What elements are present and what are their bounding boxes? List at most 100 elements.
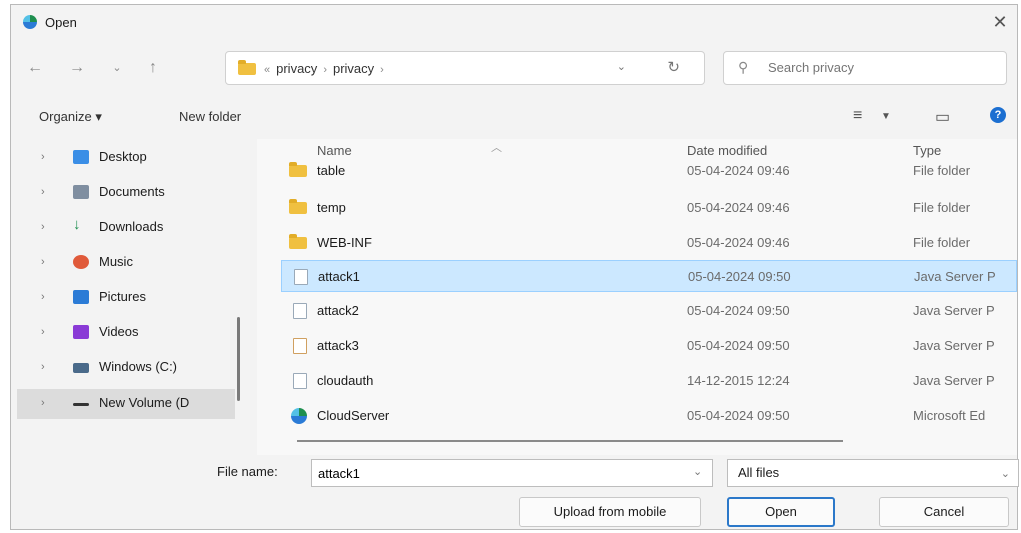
back-arrow-icon[interactable]: ← (23, 57, 47, 79)
sidebar-item-videos[interactable]: › Videos (17, 318, 235, 348)
navigation-bar: ← → ⌄ ↑ « privacy › privacy › ⌄ ↻ ⚲ (11, 43, 1017, 93)
file-type: File folder (913, 235, 971, 250)
pictures-icon (73, 290, 89, 304)
jsp-file-icon (293, 373, 307, 389)
jsp-file-icon (293, 338, 307, 354)
preview-pane-icon[interactable]: ▭ (935, 107, 950, 127)
file-row[interactable]: table 05-04-2024 09:46 File folder (281, 155, 1017, 187)
sidebar-item-label: Videos (99, 324, 139, 339)
file-name-label: File name: (217, 464, 278, 479)
file-name: attack3 (317, 338, 359, 353)
expand-chevron-icon[interactable]: › (41, 397, 45, 409)
file-type: File folder (913, 163, 971, 178)
expand-chevron-icon[interactable]: › (41, 151, 45, 163)
file-type: Java Server P (913, 373, 995, 388)
sidebar-item-label: Pictures (99, 289, 146, 304)
folder-icon (289, 234, 307, 249)
title-bar: Open ✕ (11, 5, 1017, 39)
sort-up-icon: ︿ (491, 142, 502, 154)
organize-button[interactable]: Organize ▾ (39, 109, 102, 125)
breadcrumb-item[interactable]: privacy (276, 61, 317, 76)
file-name-dropdown-icon[interactable]: ⌄ (693, 465, 702, 478)
new-folder-button[interactable]: New folder (179, 109, 241, 124)
sidebar-item-label: New Volume (D (99, 395, 190, 410)
expand-chevron-icon[interactable]: › (41, 256, 45, 268)
folder-icon (289, 199, 307, 214)
file-date: 05-04-2024 09:50 (687, 408, 790, 423)
file-row[interactable]: WEB-INF 05-04-2024 09:46 File folder (281, 227, 1017, 259)
file-name: WEB-INF (317, 235, 372, 250)
file-row[interactable]: temp 05-04-2024 09:46 File folder (281, 192, 1017, 224)
sidebar-item-label: Music (99, 254, 133, 269)
file-name-input[interactable] (311, 459, 713, 487)
documents-icon (73, 185, 89, 199)
breadcrumb-item[interactable]: privacy (333, 61, 374, 76)
expand-chevron-icon[interactable]: › (41, 326, 45, 338)
file-type-filter[interactable]: All files ⌄ (727, 459, 1019, 487)
expand-chevron-icon[interactable]: › (41, 186, 45, 198)
jsp-file-icon (294, 269, 308, 285)
file-list: Name ︿ Date modified Type table 05-04-20… (257, 139, 1017, 455)
open-button[interactable]: Open (727, 497, 835, 527)
file-type: File folder (913, 200, 971, 215)
forward-arrow-icon[interactable]: → (65, 57, 89, 79)
view-options-icon[interactable]: ≡ (853, 107, 862, 125)
sidebar-item-label: Documents (99, 184, 165, 199)
file-row-selected[interactable]: attack1 05-04-2024 09:50 Java Server P (281, 260, 1017, 292)
dialog-title: Open (45, 15, 77, 30)
horizontal-scrollbar[interactable] (297, 440, 843, 442)
breadcrumb: « privacy › privacy › (264, 61, 390, 76)
sidebar-item-label: Downloads (99, 219, 164, 234)
file-row[interactable]: attack2 05-04-2024 09:50 Java Server P (281, 295, 1017, 327)
file-date: 05-04-2024 09:50 (688, 269, 791, 284)
expand-chevron-icon[interactable]: › (41, 291, 45, 303)
file-type: Java Server P (914, 269, 996, 284)
sidebar-item-pictures[interactable]: › Pictures (17, 283, 235, 313)
sidebar-item-desktop[interactable]: › Desktop (17, 143, 235, 173)
file-type: Java Server P (913, 303, 995, 318)
file-type: Java Server P (913, 338, 995, 353)
sidebar-item-new-volume-d[interactable]: › New Volume (D (17, 389, 235, 419)
chevron-down-icon: ⌄ (1000, 468, 1010, 480)
sidebar-item-label: Windows (C:) (99, 359, 178, 374)
videos-icon (73, 325, 89, 339)
sidebar-scrollbar[interactable] (237, 317, 240, 401)
recent-locations-chevron-icon[interactable]: ⌄ (105, 57, 129, 79)
file-date: 05-04-2024 09:46 (687, 163, 790, 178)
file-row[interactable]: CloudServer 05-04-2024 09:50 Microsoft E… (281, 400, 1017, 432)
file-date: 05-04-2024 09:46 (687, 235, 790, 250)
file-row[interactable]: cloudauth 14-12-2015 12:24 Java Server P (281, 365, 1017, 397)
file-date: 14-12-2015 12:24 (687, 373, 790, 388)
file-name: cloudauth (317, 373, 374, 388)
sidebar-item-windows-c[interactable]: › Windows (C:) (17, 353, 235, 383)
search-box[interactable]: ⚲ (723, 51, 1007, 85)
navigation-pane: › Desktop › Documents › ↓ Downloads › Mu… (11, 139, 247, 439)
file-type: Microsoft Ed (913, 408, 986, 423)
file-row[interactable]: attack3 05-04-2024 09:50 Java Server P (281, 330, 1017, 362)
search-input[interactable] (766, 59, 990, 76)
drive-icon (73, 363, 89, 373)
sidebar-item-music[interactable]: › Music (17, 248, 235, 278)
sidebar-item-downloads[interactable]: › ↓ Downloads (17, 213, 235, 243)
breadcrumb-separator-icon[interactable]: › (380, 64, 384, 76)
upload-from-mobile-button[interactable]: Upload from mobile (519, 497, 701, 527)
open-dialog: Open ✕ ← → ⌄ ↑ « privacy › privacy › ⌄ ↻ ⚲ O… (10, 4, 1019, 530)
expand-chevron-icon[interactable]: › (41, 361, 45, 373)
help-icon[interactable]: ? (990, 107, 1006, 123)
close-icon[interactable]: ✕ (989, 11, 1011, 33)
breadcrumb-separator-icon: › (323, 64, 327, 76)
file-type-filter-value: All files (738, 465, 780, 480)
sidebar-item-documents[interactable]: › Documents (17, 178, 235, 208)
address-dropdown-icon[interactable]: ⌄ (617, 60, 626, 73)
view-dropdown-icon[interactable]: ▼ (881, 111, 891, 122)
expand-chevron-icon[interactable]: › (41, 221, 45, 233)
address-bar[interactable]: « privacy › privacy › ⌄ ↻ (225, 51, 705, 85)
refresh-icon[interactable]: ↻ (667, 58, 680, 76)
command-bar: Organize ▾ New folder ≡ ▼ ▭ ? (11, 103, 1017, 133)
overflow-chevron-icon[interactable]: « (264, 64, 270, 76)
cancel-button[interactable]: Cancel (879, 497, 1009, 527)
up-arrow-icon[interactable]: ↑ (141, 57, 165, 79)
folder-icon (289, 162, 307, 177)
edge-icon (23, 15, 37, 29)
file-name: attack2 (317, 303, 359, 318)
